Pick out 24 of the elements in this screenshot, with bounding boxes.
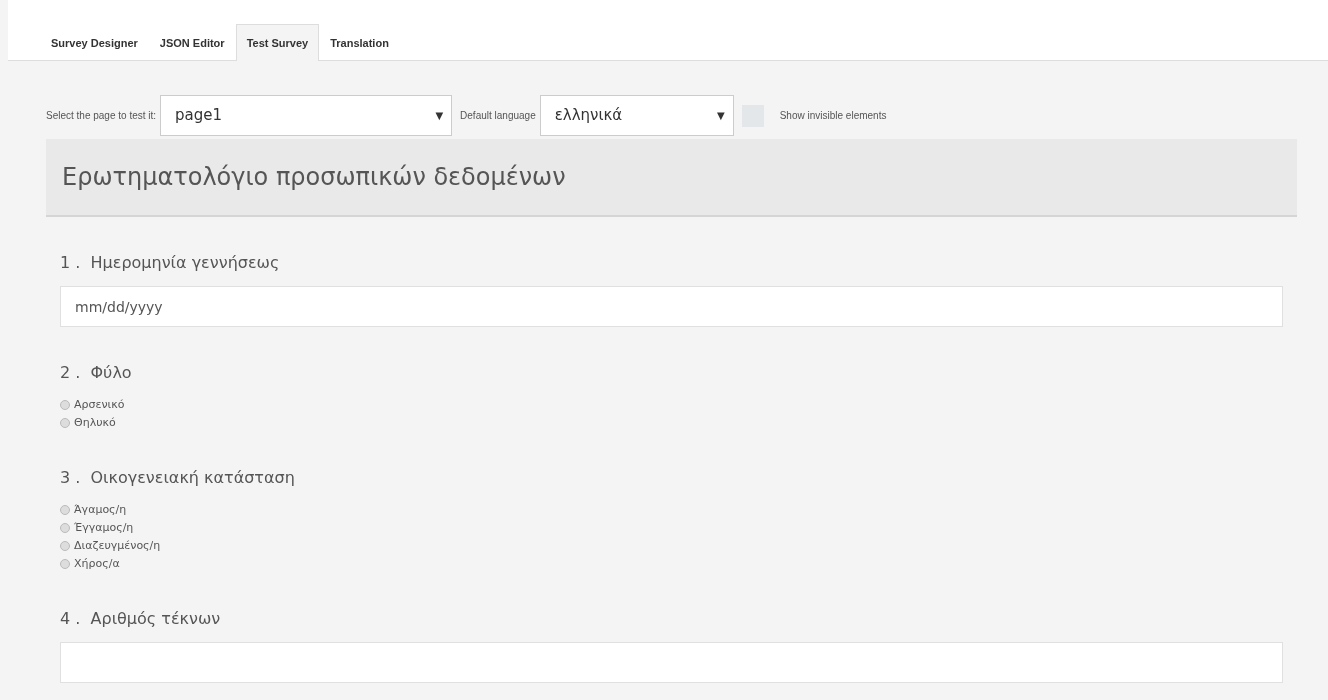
field-label: Default language bbox=[460, 109, 536, 123]
tab[interactable]: Survey Designer bbox=[40, 23, 149, 61]
caret-icon: ▼ bbox=[435, 108, 444, 123]
question-title: 3 . Οικογενειακή κατάσταση bbox=[60, 467, 296, 489]
caret-icon: ▼ bbox=[717, 108, 725, 123]
question-title: 1 . Ημερομηνία γεννήσεως bbox=[60, 252, 281, 274]
radio-option[interactable]: Άγαμος/η bbox=[60, 501, 1283, 519]
radio-option[interactable]: Θηλυκό bbox=[60, 414, 1283, 432]
question-title: 4 . Αριθμός τέκνων bbox=[60, 608, 222, 630]
tab[interactable]: Translation bbox=[319, 23, 400, 61]
tab[interactable]: JSON Editor bbox=[148, 23, 236, 61]
radio-option[interactable]: Χήρος/α bbox=[60, 555, 1283, 573]
survey-title: Ερωτηματολόγιο προσωπικών δεδομένων bbox=[46, 139, 1297, 217]
input-field[interactable]: mm/dd/yyyy bbox=[60, 286, 1283, 327]
field-label: Select the page to test it: bbox=[46, 109, 157, 123]
question-title: 2 . Φύλο bbox=[60, 362, 133, 384]
radio-option[interactable]: Έγγαμος/η bbox=[60, 519, 1283, 537]
select-field[interactable]: ελληνικά ▼ bbox=[539, 95, 734, 136]
field-label: Show invisible elements bbox=[779, 109, 887, 123]
input-field[interactable] bbox=[60, 642, 1283, 683]
select-field[interactable]: page1 ▼ bbox=[160, 95, 453, 136]
tab[interactable]: Test Survey bbox=[235, 23, 320, 61]
radio-option[interactable]: Αρσενικό bbox=[60, 396, 1283, 414]
radio-option[interactable]: Διαζευγμένος/η bbox=[60, 537, 1283, 555]
